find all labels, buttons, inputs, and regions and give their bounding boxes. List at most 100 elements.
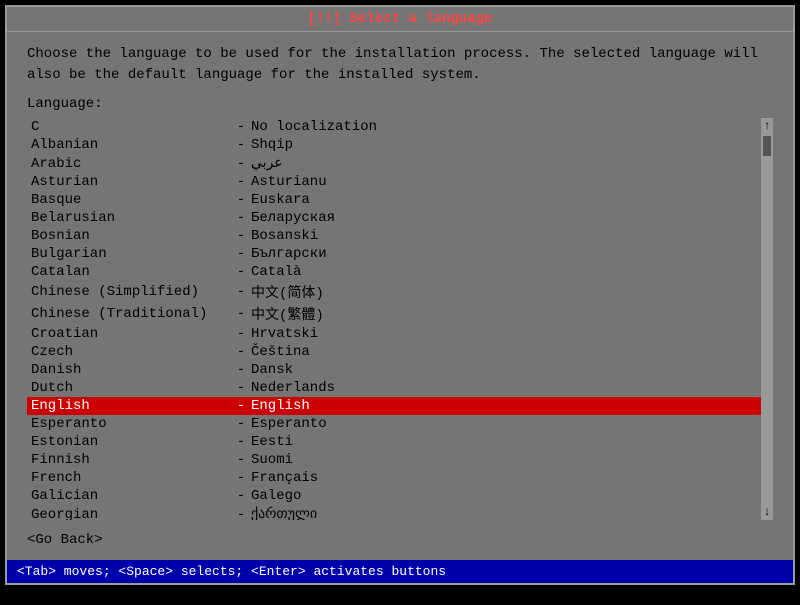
language-row[interactable]: Czech-Čeština — [27, 343, 761, 361]
language-dash: - — [231, 137, 251, 153]
language-native: Bosanski — [251, 228, 318, 244]
language-row[interactable]: C-No localization — [27, 118, 761, 136]
language-dash: - — [231, 362, 251, 378]
language-name: Czech — [31, 344, 231, 360]
language-dash: - — [231, 284, 251, 300]
language-row[interactable]: Croatian-Hrvatski — [27, 325, 761, 343]
language-dash: - — [231, 488, 251, 504]
language-name: Asturian — [31, 174, 231, 190]
language-native: Hrvatski — [251, 326, 318, 342]
language-row[interactable]: Bulgarian-Български — [27, 245, 761, 263]
language-row[interactable]: Belarusian-Беларуская — [27, 209, 761, 227]
language-name: Estonian — [31, 434, 231, 450]
language-name: Catalan — [31, 264, 231, 280]
language-native: Dansk — [251, 362, 293, 378]
language-native: Asturianu — [251, 174, 327, 190]
language-dash: - — [231, 344, 251, 360]
language-name: Albanian — [31, 137, 231, 153]
language-native: Nederlands — [251, 380, 335, 396]
language-dash: - — [231, 246, 251, 262]
language-row[interactable]: Finnish-Suomi — [27, 451, 761, 469]
language-row[interactable]: Galician-Galego — [27, 487, 761, 505]
title-text: [!!] Select a language — [308, 11, 493, 27]
language-dash: - — [231, 326, 251, 342]
language-dash: - — [231, 434, 251, 450]
language-name: Basque — [31, 192, 231, 208]
language-name: Dutch — [31, 380, 231, 396]
language-native: Shqip — [251, 137, 293, 153]
language-dash: - — [231, 156, 251, 172]
language-name: Croatian — [31, 326, 231, 342]
language-name: English — [31, 398, 231, 414]
language-row[interactable]: Catalan-Català — [27, 263, 761, 281]
language-dash: - — [231, 210, 251, 226]
language-row[interactable]: Georgian-ქართული — [27, 505, 761, 520]
language-row[interactable]: Basque-Euskara — [27, 191, 761, 209]
language-name: Chinese (Traditional) — [31, 306, 231, 322]
language-native: عربي — [251, 155, 283, 172]
language-native: Suomi — [251, 452, 293, 468]
language-dash: - — [231, 452, 251, 468]
language-row[interactable]: Esperanto-Esperanto — [27, 415, 761, 433]
title-bar: [!!] Select a language — [7, 7, 793, 32]
main-content: Choose the language to be used for the i… — [7, 32, 793, 560]
language-native: Eesti — [251, 434, 293, 450]
language-name: Georgian — [31, 507, 231, 521]
status-bar: <Tab> moves; <Space> selects; <Enter> ac… — [7, 560, 793, 583]
language-native: 中文(简体) — [251, 282, 324, 302]
language-row[interactable]: Dutch-Nederlands — [27, 379, 761, 397]
language-list: C-No localizationAlbanian-ShqipArabic-عر… — [27, 118, 761, 520]
description-text: Choose the language to be used for the i… — [27, 44, 773, 86]
language-dash: - — [231, 306, 251, 322]
dialog-window: [!!] Select a language Choose the langua… — [5, 5, 795, 585]
language-row[interactable]: Albanian-Shqip — [27, 136, 761, 154]
language-native: 中文(繁體) — [251, 304, 324, 324]
list-container: C-No localizationAlbanian-ShqipArabic-عر… — [27, 118, 773, 520]
language-native: Български — [251, 246, 327, 262]
language-row[interactable]: English-English — [27, 397, 761, 415]
language-dash: - — [231, 398, 251, 414]
scroll-down-button[interactable]: ↓ — [763, 506, 770, 518]
language-native: Galego — [251, 488, 301, 504]
language-name: Bulgarian — [31, 246, 231, 262]
language-row[interactable]: Chinese (Simplified)-中文(简体) — [27, 281, 761, 303]
language-native: Čeština — [251, 344, 310, 360]
language-native: No localization — [251, 119, 377, 135]
language-dash: - — [231, 507, 251, 521]
language-native: Euskara — [251, 192, 310, 208]
language-dash: - — [231, 228, 251, 244]
language-name: French — [31, 470, 231, 486]
language-native: Català — [251, 264, 301, 280]
language-dash: - — [231, 264, 251, 280]
language-name: Bosnian — [31, 228, 231, 244]
language-name: Chinese (Simplified) — [31, 284, 231, 300]
language-row[interactable]: French-Français — [27, 469, 761, 487]
language-dash: - — [231, 174, 251, 190]
language-name: Danish — [31, 362, 231, 378]
language-name: Esperanto — [31, 416, 231, 432]
scrollbar: ↑ ↓ — [761, 118, 773, 520]
language-row[interactable]: Arabic-عربي — [27, 154, 761, 173]
language-name: Belarusian — [31, 210, 231, 226]
language-native: ქართული — [251, 506, 317, 520]
language-dash: - — [231, 470, 251, 486]
language-native: English — [251, 398, 310, 414]
language-label: Language: — [27, 96, 773, 112]
go-back-button[interactable]: <Go Back> — [27, 532, 773, 548]
language-native: Беларуская — [251, 210, 335, 226]
language-row[interactable]: Chinese (Traditional)-中文(繁體) — [27, 303, 761, 325]
language-row[interactable]: Bosnian-Bosanski — [27, 227, 761, 245]
language-name: Finnish — [31, 452, 231, 468]
language-dash: - — [231, 192, 251, 208]
language-name: Arabic — [31, 156, 231, 172]
language-row[interactable]: Estonian-Eesti — [27, 433, 761, 451]
language-dash: - — [231, 119, 251, 135]
language-row[interactable]: Asturian-Asturianu — [27, 173, 761, 191]
language-native: Esperanto — [251, 416, 327, 432]
scroll-thumb — [763, 136, 771, 156]
language-dash: - — [231, 416, 251, 432]
language-name: Galician — [31, 488, 231, 504]
language-name: C — [31, 119, 231, 135]
scroll-up-button[interactable]: ↑ — [763, 120, 770, 132]
language-row[interactable]: Danish-Dansk — [27, 361, 761, 379]
